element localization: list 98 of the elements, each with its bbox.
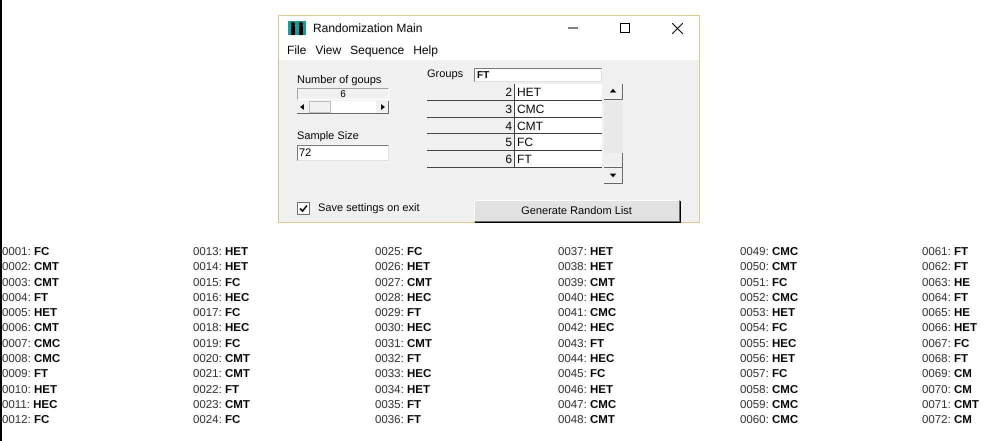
list-entry: 0022: FT [193,382,240,398]
list-entry: 0051: FC [740,276,788,291]
list-entry: 0049: CMC [740,245,800,260]
list-entry: 0023: CMT [193,398,251,413]
row-number: 2 [427,84,515,100]
list-entry: 0066: HET [922,321,978,336]
sample-size-label: Sample Size [297,130,360,143]
list-entry: 0034: HET [375,382,431,398]
groups-count-label: Number of goups [297,74,382,87]
checkbox-label: Save settings on exit [318,200,420,216]
list-entry: 0033: HEC [375,367,432,382]
list-entry: 0027: CMT [375,276,433,291]
row-number: 3 [427,100,515,117]
list-entry: 0011: HEC [2,398,58,413]
list-entry: 0019: FC [193,336,242,352]
list-entry: 0014: HET [193,260,249,276]
list-entry: 0045: FC [558,367,606,382]
list-entry: 0024: FC [193,413,242,428]
list-entry: 0063: HE [922,276,971,291]
list-entry: 0050: CMT [740,260,798,276]
list-entry: 0026: HET [375,260,431,276]
list-entry: 0009: FT [2,367,50,382]
maximize-icon[interactable] [620,23,630,34]
list-entry: 0061: FT [922,245,970,260]
list-entry: 0058: CMC [740,382,800,398]
menu-item[interactable]: View [315,41,342,60]
list-entry: 0036: FT [375,413,422,428]
list-entry: 0017: FC [193,306,242,322]
scroll-thumb[interactable] [604,153,623,168]
list-entry: 0038: HET [558,260,614,276]
list-entry: 0052: CMC [740,290,800,306]
row-number: 5 [427,134,515,150]
groups-field[interactable]: FT [474,68,602,82]
list-entry: 0032: FT [375,352,422,368]
list-entry: 0028: HEC [375,290,432,306]
groups-label: Groups [427,68,464,80]
list-entry: 0029: FT [375,306,422,322]
list-entry: 0042: HEC [558,321,616,336]
close-icon[interactable] [672,22,683,34]
list-entry: 0055: HEC [740,336,798,352]
list-entry: 0039: CMT [558,276,616,291]
list-entry: 0070: CM [922,382,973,398]
list-entry: 0047: CMC [558,398,618,413]
list-entry: 0056: HET [740,352,796,368]
generate-button[interactable]: Generate Random List [474,200,680,222]
window-title: Randomization Main [313,20,422,38]
list-entry: 0041: CMC [558,306,618,322]
menu-item[interactable]: Help [413,41,438,60]
checkbox[interactable] [297,202,310,214]
vertical-scroll-bar[interactable] [604,84,623,184]
list-entry: 0069: CM [922,367,973,382]
list-entry: 0012: FC [2,413,50,428]
list-entry: 0064: FT [922,290,970,306]
list-entry: 0060: CMC [740,413,800,428]
list-entry: 0010: HET [2,382,58,398]
list-entry: 0020: CMT [193,352,251,368]
people-icon [288,21,306,36]
list-entry: 0062: FT [922,260,970,276]
list-entry: 0043: FT [558,336,606,352]
scroll-thumb[interactable] [309,101,331,113]
scroll-bar[interactable] [297,101,389,114]
list-entry: 0007: CMC [2,336,62,352]
row-number: 4 [427,118,515,134]
list-entry: 0021: CMT [193,367,251,382]
list-entry: 0054: FC [740,321,788,336]
list-entry: 0037: HET [558,245,614,260]
list-entry: 0067: FC [922,336,970,352]
list-entry: 0008: CMC [2,352,62,368]
list-entry: 0059: CMC [740,398,800,413]
list-entry: 0031: CMT [375,336,433,352]
list-entry: 0072: CM [922,413,973,428]
sample-size-field[interactable]: 72 [297,145,389,161]
list-entry: 0016: HEC [193,290,250,306]
groups-count-readout: 6 [297,88,389,100]
menu-item[interactable]: File [287,41,306,60]
list-entry: 0053: HET [740,306,796,322]
list-entry: 0044: HEC [558,352,616,368]
list-entry: 0005: HET [2,306,58,322]
list-entry: 0015: FC [193,276,242,291]
list-entry: 0002: CMT [2,260,60,276]
list-entry: 0001: FC [2,245,50,260]
list-entry: 0006: CMT [2,321,60,336]
list-entry: 0025: FC [375,245,424,260]
menu-item[interactable]: Sequence [350,41,404,60]
list-entry: 0071: CMT [922,398,980,413]
list-entry: 0065: HE [922,306,971,322]
list-entry: 0048: CMT [558,413,616,428]
list-entry: 0013: HET [193,245,249,260]
list-entry: 0018: HEC [193,321,250,336]
row-number: 6 [427,151,515,167]
list-entry: 0035: FT [375,398,422,413]
list-entry: 0057: FC [740,367,788,382]
list-entry: 0068: FT [922,352,970,368]
list-entry: 0040: HEC [558,290,616,306]
list-entry: 0030: HEC [375,321,432,336]
list-entry: 0004: FT [2,290,50,306]
list-entry: 0046: HET [558,382,614,398]
list-entry: 0003: CMT [2,276,60,291]
